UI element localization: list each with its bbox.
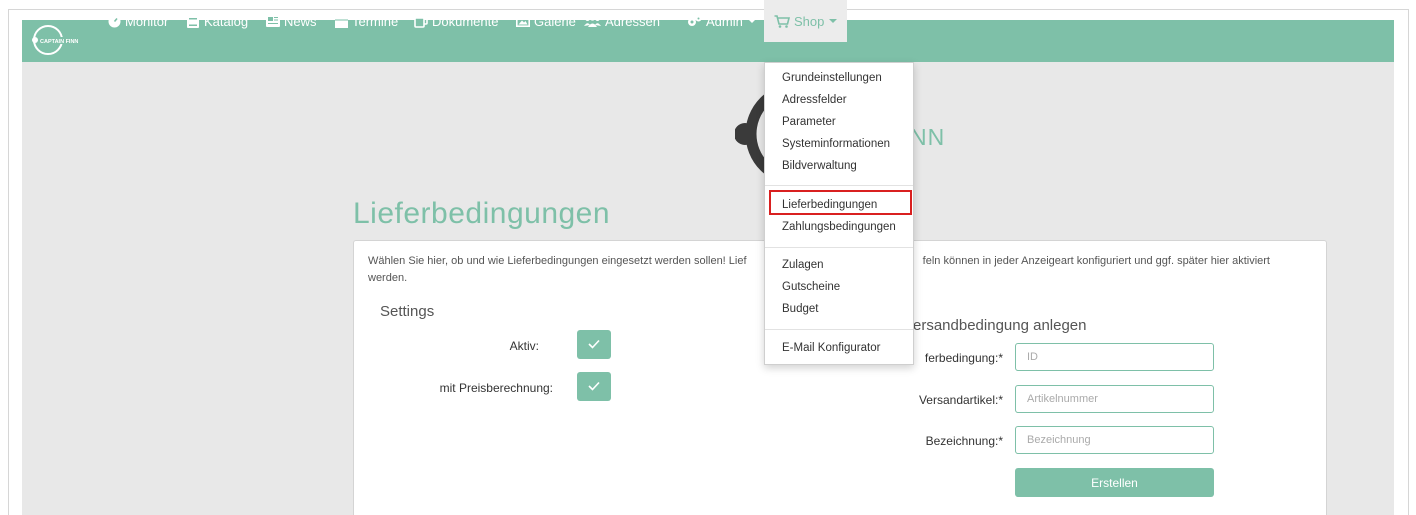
preisberechnung-label: mit Preisberechnung: xyxy=(439,381,553,395)
id-input[interactable] xyxy=(1015,343,1214,371)
menu-item-gutscheine[interactable]: Gutscheine xyxy=(782,281,840,293)
menu-divider xyxy=(765,185,913,186)
svg-text:CAPTAIN FINN: CAPTAIN FINN xyxy=(40,39,78,45)
dashboard-icon xyxy=(107,14,121,28)
menu-item-budget[interactable]: Budget xyxy=(782,303,818,315)
menu-item-zulagen[interactable]: Zulagen xyxy=(782,259,824,271)
nav-admin[interactable]: Admin xyxy=(687,0,756,42)
users-icon xyxy=(584,14,601,28)
cogs-icon xyxy=(687,14,702,28)
check-icon xyxy=(588,378,600,396)
menu-divider xyxy=(765,247,913,248)
book-icon xyxy=(186,14,200,28)
settings-title: Settings xyxy=(380,303,435,320)
menu-item-grundeinstellungen[interactable]: Grundeinstellungen xyxy=(782,72,882,84)
nav-label: Admin xyxy=(706,13,743,29)
menu-item-adressfelder[interactable]: Adressfelder xyxy=(782,94,847,106)
create-form-title: ersandbedingung anlegen xyxy=(913,317,1087,334)
menu-item-bildverwaltung[interactable]: Bildverwaltung xyxy=(782,160,857,172)
preisberechnung-checkbox[interactable] xyxy=(577,372,611,401)
newspaper-icon xyxy=(266,14,280,28)
nav-label: Galerie xyxy=(534,13,576,29)
nav-adressen[interactable]: Adressen xyxy=(584,0,660,42)
nav-label: Katalog xyxy=(204,13,249,29)
nav-termine[interactable]: Termine xyxy=(334,0,398,42)
captain-finn-logo[interactable]: CAPTAIN FINN xyxy=(31,23,89,57)
versandartikel-input[interactable] xyxy=(1015,385,1214,413)
calendar-icon xyxy=(334,14,348,28)
versandartikel-label: Versandartikel:* xyxy=(918,393,1003,407)
nav-label: News xyxy=(284,13,317,29)
hero-brand-text: NN xyxy=(910,124,946,150)
erstellen-button[interactable]: Erstellen xyxy=(1015,468,1214,497)
page-title: Lieferbedingungen xyxy=(353,197,611,230)
bezeichnung-label: Bezeichnung:* xyxy=(925,434,1003,448)
bezeichnung-input[interactable] xyxy=(1015,426,1214,454)
menu-item-email-konfigurator[interactable]: E-Mail Konfigurator xyxy=(782,342,880,354)
nav-label: Shop xyxy=(794,13,825,29)
menu-divider xyxy=(765,329,913,330)
intro-left: Wählen Sie hier, ob und wie Lieferbeding… xyxy=(368,255,747,267)
nav-dokumente[interactable]: Dokumente xyxy=(414,0,498,42)
menu-item-zahlungsbedingungen[interactable]: Zahlungsbedingungen xyxy=(782,221,896,233)
intro-right: feln können in jeder Anzeigeart konfigur… xyxy=(922,255,1270,267)
menu-item-systeminformationen[interactable]: Systeminformationen xyxy=(782,138,890,150)
nav-shop[interactable]: Shop xyxy=(764,0,848,42)
nav-monitor[interactable]: Monitor xyxy=(107,0,168,42)
chevron-down-icon xyxy=(829,19,838,23)
chevron-down-icon xyxy=(747,19,756,23)
nav-label: Dokumente xyxy=(432,13,499,29)
picture-icon xyxy=(516,14,530,28)
nav-label: Termine xyxy=(352,13,399,29)
id-label: ferbedingung:* xyxy=(924,351,1003,365)
nav-galerie[interactable]: Galerie xyxy=(516,0,576,42)
aktiv-checkbox[interactable] xyxy=(577,330,611,359)
highlight-box xyxy=(769,190,912,215)
check-icon xyxy=(588,336,600,354)
copy-icon xyxy=(414,14,428,28)
nav-katalog[interactable]: Katalog xyxy=(186,0,248,42)
intro-line2: werden. xyxy=(368,272,408,284)
nav-news[interactable]: News xyxy=(266,0,317,42)
menu-item-parameter[interactable]: Parameter xyxy=(782,116,836,128)
nav-label: Monitor xyxy=(125,13,169,29)
cart-icon xyxy=(774,14,790,28)
aktiv-label: Aktiv: xyxy=(509,339,539,353)
nav-label: Adressen xyxy=(605,13,660,29)
